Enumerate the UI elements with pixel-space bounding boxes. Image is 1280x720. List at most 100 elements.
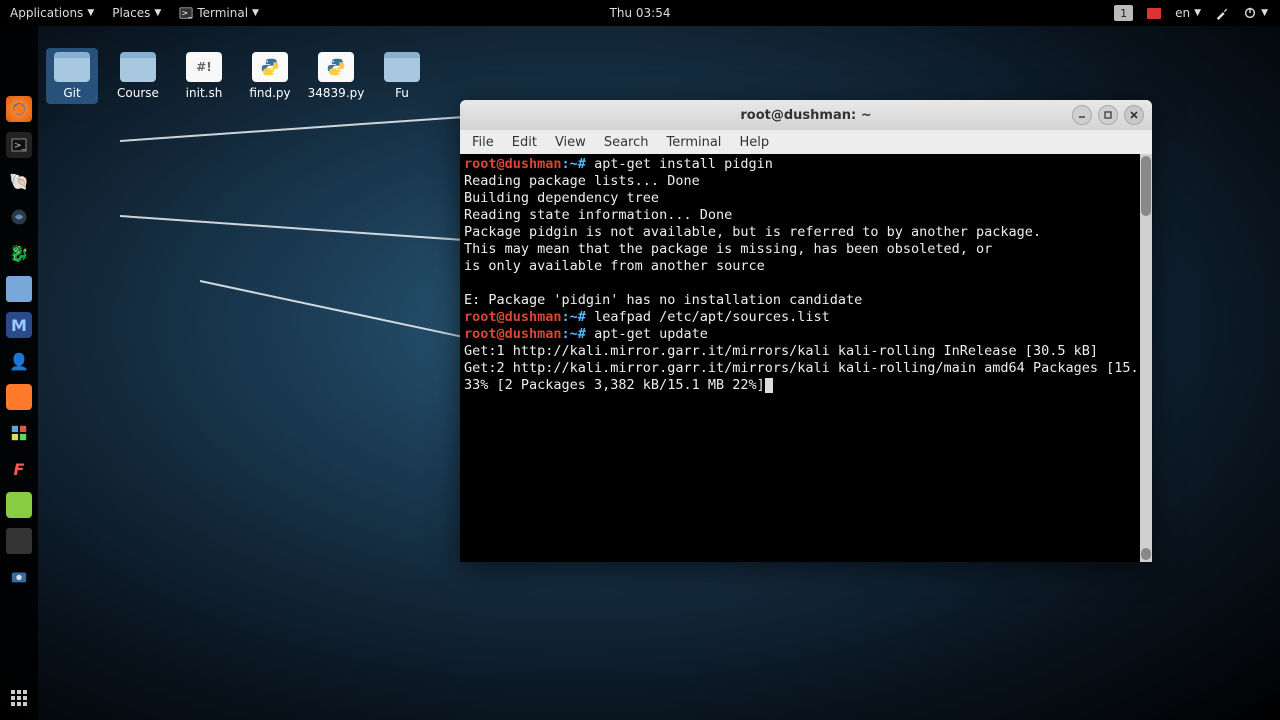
folder-icon: [54, 52, 90, 82]
dock-app-icon[interactable]: [6, 492, 32, 518]
prompt-user: root@dushman: [464, 309, 562, 325]
dock-app-icon[interactable]: [6, 528, 32, 554]
menu-edit[interactable]: Edit: [512, 135, 537, 150]
shell-file-icon: #!: [186, 52, 222, 82]
term-line: is only available from another source: [464, 258, 765, 274]
active-app-label: Terminal: [197, 6, 248, 20]
desktop-icon-34839-py[interactable]: 34839.py: [310, 48, 362, 104]
caret-down-icon: ▼: [252, 8, 259, 18]
terminal-titlebar[interactable]: root@dushman: ~: [460, 100, 1152, 130]
prompt-user: root@dushman: [464, 156, 562, 172]
dock-burp-icon[interactable]: [6, 384, 32, 410]
wallpaper-streak: [200, 280, 484, 342]
terminal-title: root@dushman: ~: [740, 108, 871, 123]
term-line: 33% [2 Packages 3,382 kB/15.1 MB 22%]: [464, 377, 765, 393]
dock-app-icon[interactable]: 🐚: [6, 168, 32, 194]
active-app-menu[interactable]: >_ Terminal ▼: [179, 6, 259, 20]
maximize-icon: [1103, 110, 1113, 120]
dock-app-icon[interactable]: 👤: [6, 348, 32, 374]
desktop-icon-label: Fu: [395, 86, 409, 100]
term-line: E: Package 'pidgin' has no installation …: [464, 292, 862, 308]
caret-down-icon: ▼: [1194, 8, 1201, 18]
term-line: Package pidgin is not available, but is …: [464, 224, 1041, 240]
scrollbar-thumb[interactable]: [1141, 548, 1151, 560]
prompt-path: :~#: [562, 156, 586, 172]
term-line: apt-get install pidgin: [586, 156, 773, 172]
lang-label: en: [1175, 6, 1190, 20]
maximize-button[interactable]: [1098, 105, 1118, 125]
python-file-icon: [252, 52, 288, 82]
close-icon: [1129, 110, 1139, 120]
desktop-icon-label: init.sh: [186, 86, 223, 100]
dock-firefox-icon[interactable]: [6, 96, 32, 122]
dock-app-icon[interactable]: [6, 204, 32, 230]
desktop-icon-git[interactable]: Git: [46, 48, 98, 104]
prompt-user: root@dushman: [464, 326, 562, 342]
terminal-menubar: File Edit View Search Terminal Help: [460, 130, 1152, 154]
places-menu[interactable]: Places ▼: [112, 6, 161, 20]
record-indicator-icon[interactable]: [1147, 8, 1161, 19]
term-line: apt-get update: [586, 326, 708, 342]
folder-icon: [120, 52, 156, 82]
clock-label: Thu 03:54: [610, 6, 671, 20]
minimize-icon: [1077, 110, 1087, 120]
folder-icon: [384, 52, 420, 82]
workspace-indicator[interactable]: 1: [1114, 5, 1133, 21]
wallpaper-streak: [120, 215, 489, 243]
desktop-icon-fu[interactable]: Fu: [376, 48, 428, 104]
dock-app-icon[interactable]: 🐉: [6, 240, 32, 266]
term-line: leafpad /etc/apt/sources.list: [586, 309, 830, 325]
desktop-icon-label: find.py: [249, 86, 290, 100]
minimize-button[interactable]: [1072, 105, 1092, 125]
dock-terminal-icon[interactable]: >_: [6, 132, 32, 158]
svg-text:>_: >_: [14, 141, 27, 151]
term-line: Get:2 http://kali.mirror.garr.it/mirrors…: [464, 360, 1152, 376]
desktop-icon-init-sh[interactable]: #! init.sh: [178, 48, 230, 104]
desktop-icon-label: Git: [63, 86, 80, 100]
show-applications-button[interactable]: [11, 690, 27, 706]
applications-label: Applications: [10, 6, 83, 20]
desktop-icon-label: 34839.py: [308, 86, 365, 100]
scrollbar-thumb[interactable]: [1141, 156, 1151, 216]
wallpaper-streak: [120, 114, 489, 142]
term-line: Reading package lists... Done: [464, 173, 700, 189]
caret-down-icon: ▼: [87, 8, 94, 18]
desktop-icon-find-py[interactable]: find.py: [244, 48, 296, 104]
desktop-icon-course[interactable]: Course: [112, 48, 164, 104]
desktop-icons: Git Course #! init.sh find.py 34839.py F…: [46, 48, 428, 104]
dock: >_ 🐚 🐉 M 👤 F: [0, 26, 38, 720]
term-line: Get:1 http://kali.mirror.garr.it/mirrors…: [464, 343, 1098, 359]
caret-down-icon: ▼: [1261, 8, 1268, 18]
term-line: Building dependency tree: [464, 190, 659, 206]
top-panel: Applications ▼ Places ▼ >_ Terminal ▼ Th…: [0, 0, 1280, 26]
terminal-window[interactable]: root@dushman: ~ File Edit View Search Te…: [460, 100, 1152, 562]
dock-faraday-icon[interactable]: F: [6, 456, 32, 482]
dock-app-icon[interactable]: [6, 420, 32, 446]
menu-view[interactable]: View: [555, 135, 586, 150]
menu-file[interactable]: File: [472, 135, 494, 150]
color-picker-icon[interactable]: [1215, 6, 1229, 20]
dock-screenshot-icon[interactable]: [6, 564, 32, 590]
menu-terminal[interactable]: Terminal: [666, 135, 721, 150]
cursor-block-icon: [765, 378, 773, 393]
menu-help[interactable]: Help: [739, 135, 769, 150]
keyboard-layout-menu[interactable]: en ▼: [1175, 6, 1201, 20]
power-menu[interactable]: ▼: [1243, 6, 1268, 20]
dock-files-icon[interactable]: [6, 276, 32, 302]
prompt-path: :~#: [562, 309, 586, 325]
caret-down-icon: ▼: [154, 8, 161, 18]
places-label: Places: [112, 6, 150, 20]
term-line: This may mean that the package is missin…: [464, 241, 992, 257]
svg-text:>_: >_: [182, 9, 193, 18]
menu-search[interactable]: Search: [604, 135, 649, 150]
dock-metasploit-icon[interactable]: M: [6, 312, 32, 338]
clock[interactable]: Thu 03:54: [610, 6, 671, 20]
close-button[interactable]: [1124, 105, 1144, 125]
applications-menu[interactable]: Applications ▼: [10, 6, 94, 20]
terminal-scrollbar[interactable]: [1140, 154, 1152, 562]
terminal-icon: >_: [179, 6, 193, 20]
desktop-icon-label: Course: [117, 86, 159, 100]
term-line: Reading state information... Done: [464, 207, 732, 223]
terminal-output[interactable]: root@dushman:~# apt-get install pidgin R…: [460, 154, 1152, 562]
power-icon: [1243, 6, 1257, 20]
